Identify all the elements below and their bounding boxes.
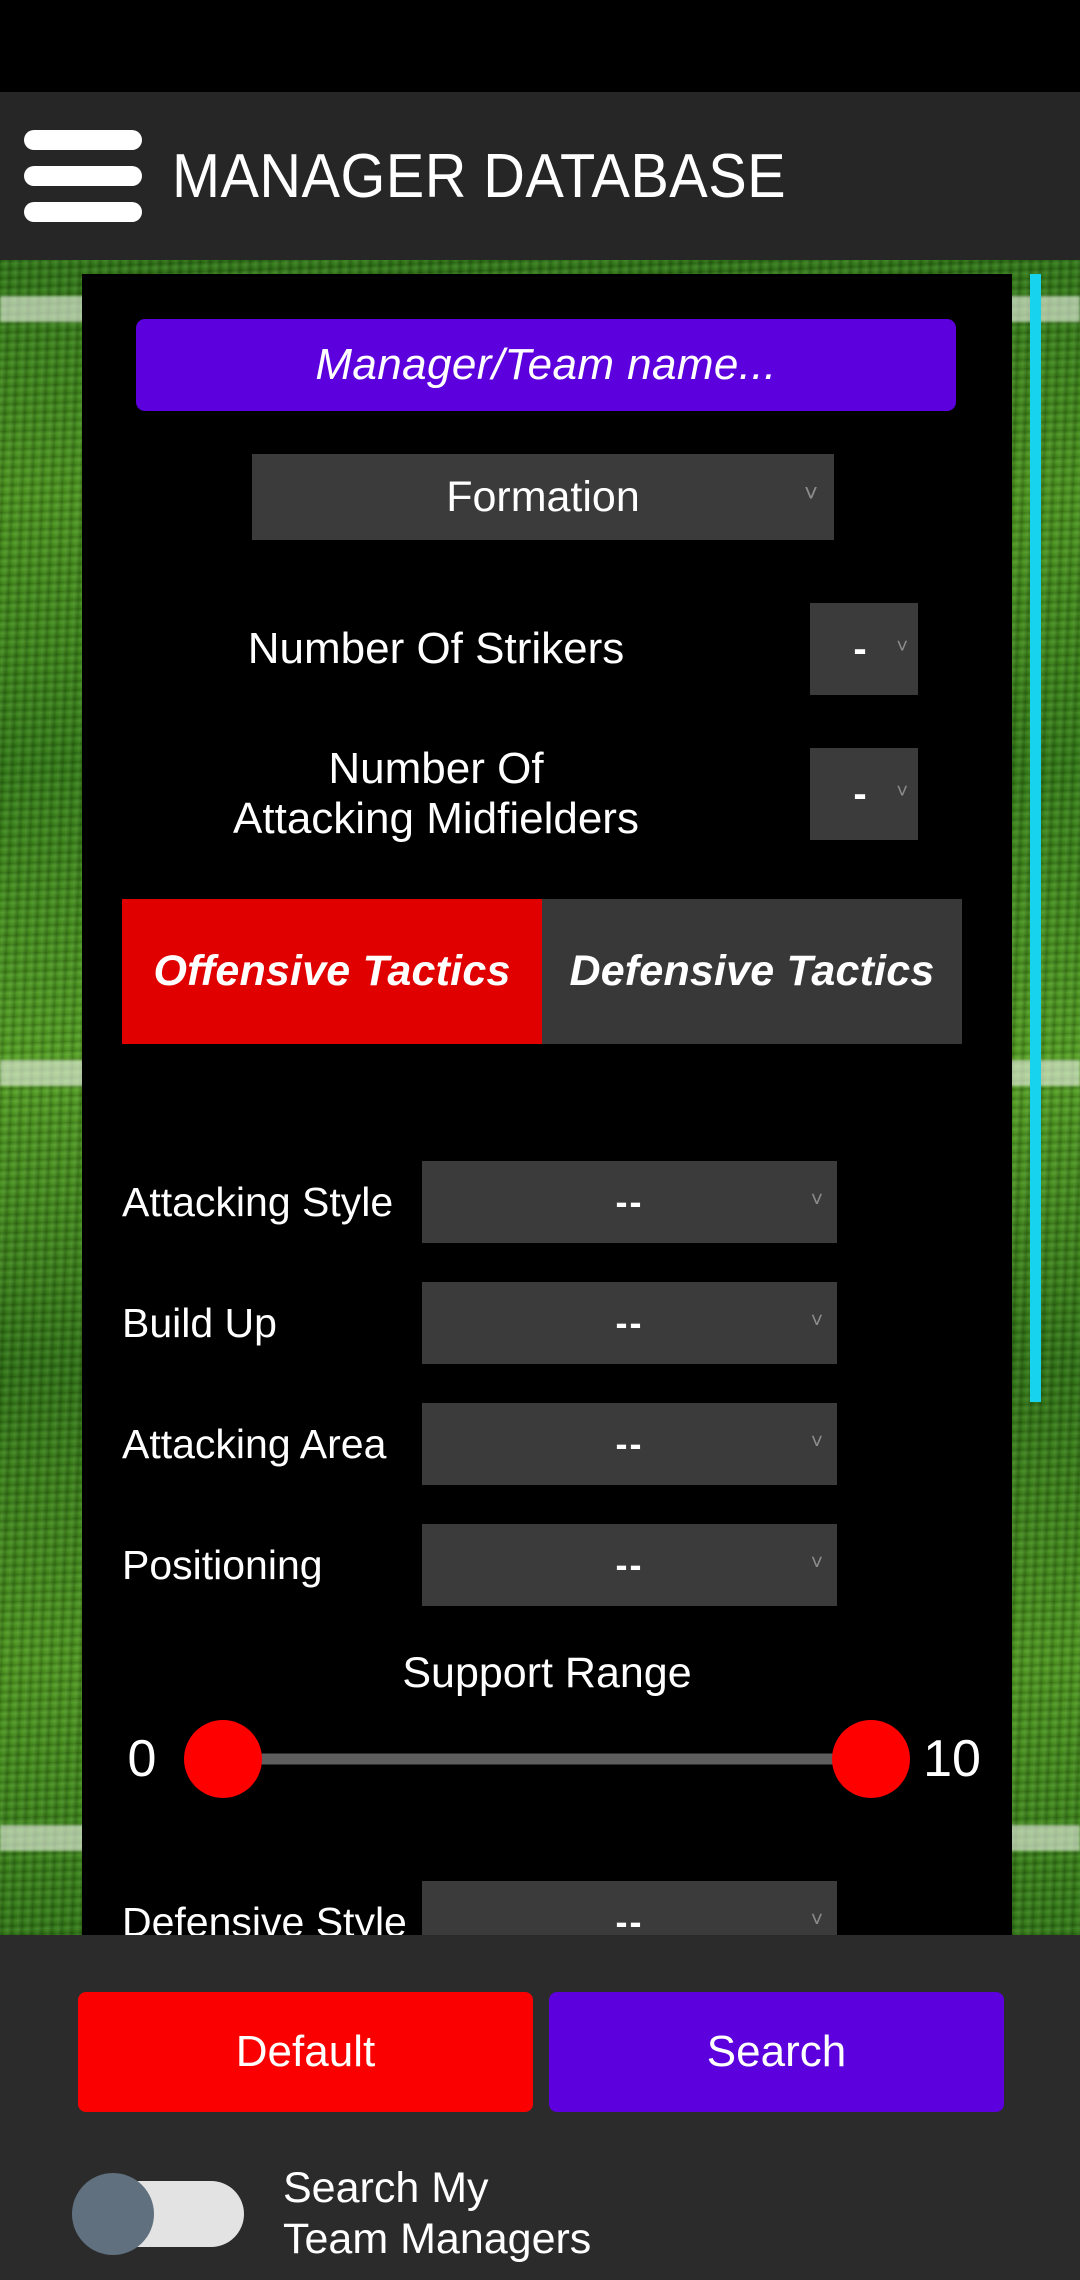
build-up-row: Build Up -- ˅: [82, 1275, 1012, 1371]
attacking-midfielders-label-line2: Attacking Midfielders: [233, 794, 639, 843]
action-button-group: Default Search: [78, 1992, 1004, 2112]
positioning-row: Positioning -- ˅: [82, 1517, 1012, 1613]
bottom-action-panel: Default Search Search My Team Managers: [0, 1935, 1080, 2280]
tab-defensive-tactics-label: Defensive Tactics: [569, 947, 935, 995]
tab-offensive-tactics-label: Offensive Tactics: [153, 947, 511, 995]
strikers-value: -: [853, 626, 867, 671]
attacking-midfielders-value: -: [853, 771, 867, 816]
build-up-select[interactable]: -- ˅: [422, 1282, 837, 1364]
attacking-midfielders-label-line1: Number Of: [328, 743, 544, 793]
formation-select[interactable]: Formation ˅: [252, 454, 834, 540]
attacking-midfielders-row: Number Of Attacking Midfielders - ˅: [82, 729, 1012, 859]
chevron-down-icon: ˅: [896, 636, 908, 658]
positioning-label: Positioning: [122, 1541, 323, 1588]
defensive-style-row: Defensive Style -- ˅: [82, 1874, 1012, 1935]
attacking-style-label: Attacking Style: [122, 1178, 394, 1225]
toggle-knob[interactable]: [72, 2172, 154, 2255]
attacking-area-value: --: [615, 1423, 644, 1464]
manager-team-name-input[interactable]: Manager/Team name...: [136, 319, 956, 411]
positioning-select[interactable]: -- ˅: [422, 1524, 837, 1606]
chevron-down-icon: ˅: [810, 1188, 823, 1212]
tab-defensive-tactics[interactable]: Defensive Tactics: [542, 899, 962, 1044]
chevron-down-icon: ˅: [810, 1430, 823, 1454]
support-range-slider[interactable]: [184, 1707, 910, 1811]
attacking-area-label: Attacking Area: [122, 1420, 387, 1467]
attacking-style-row: Attacking Style -- ˅: [82, 1154, 1012, 1250]
defensive-style-select[interactable]: -- ˅: [422, 1881, 837, 1935]
strikers-select[interactable]: - ˅: [810, 603, 918, 695]
positioning-value: --: [615, 1544, 644, 1585]
toggle-label-line2: Team Managers: [283, 2214, 592, 2263]
build-up-value: --: [615, 1302, 644, 1343]
chevron-down-icon: ˅: [803, 480, 818, 508]
default-button[interactable]: Default: [78, 1992, 533, 2112]
attacking-style-value: --: [615, 1181, 644, 1222]
search-button[interactable]: Search: [549, 1992, 1004, 2112]
toggle-label-line1: Search My: [283, 2164, 489, 2212]
hamburger-menu-icon[interactable]: [24, 130, 142, 222]
attacking-area-row: Attacking Area -- ˅: [82, 1396, 1012, 1492]
strikers-label: Number Of Strikers: [247, 623, 625, 673]
hamburger-line-1: [24, 130, 142, 150]
page-title: MANAGER DATABASE: [172, 141, 787, 211]
hamburger-line-2: [24, 166, 142, 186]
manager-team-name-placeholder: Manager/Team name...: [315, 340, 777, 389]
attacking-style-select[interactable]: -- ˅: [422, 1161, 837, 1243]
search-my-team-managers-toggle[interactable]: [72, 2172, 247, 2255]
hamburger-line-3: [24, 202, 142, 222]
vertical-scrollbar-thumb[interactable]: [1030, 274, 1041, 1402]
status-bar: [0, 0, 1080, 92]
tab-offensive-tactics[interactable]: Offensive Tactics: [122, 899, 542, 1044]
attacking-midfielders-select[interactable]: - ˅: [810, 748, 918, 840]
formation-select-value: Formation: [446, 472, 640, 521]
support-range-slider-row: 0 10: [82, 1707, 1012, 1811]
chevron-down-icon: ˅: [810, 1908, 823, 1932]
support-range-slider-block: Support Range 0 10: [82, 1649, 1012, 1819]
defensive-style-value: --: [615, 1901, 644, 1935]
attacking-area-select[interactable]: -- ˅: [422, 1403, 837, 1485]
filter-form-card: Manager/Team name... Formation ˅ Number …: [82, 274, 1012, 1935]
support-range-max-label: 10: [923, 1730, 981, 1788]
vertical-scrollbar[interactable]: [1030, 274, 1041, 1935]
search-my-team-managers-row: Search My Team Managers: [72, 2163, 591, 2264]
support-range-thumb-max[interactable]: [832, 1720, 910, 1798]
build-up-label: Build Up: [122, 1299, 277, 1346]
attacking-midfielders-label: Number Of Attacking Midfielders: [82, 744, 810, 844]
defensive-style-label: Defensive Style: [122, 1898, 407, 1936]
support-range-thumb-min[interactable]: [184, 1720, 262, 1798]
chevron-down-icon: ˅: [810, 1309, 823, 1333]
tactics-tab-bar: Offensive Tactics Defensive Tactics: [122, 899, 962, 1044]
chevron-down-icon: ˅: [896, 781, 908, 803]
strikers-row: Number Of Strikers - ˅: [82, 594, 1012, 704]
app-bar: MANAGER DATABASE: [0, 92, 1080, 260]
support-range-track: [220, 1753, 874, 1765]
search-my-team-managers-label: Search My Team Managers: [283, 2163, 591, 2264]
chevron-down-icon: ˅: [810, 1551, 823, 1575]
app-screen: MANAGER DATABASE Manager/Team name... Fo…: [0, 0, 1080, 2280]
support-range-title: Support Range: [402, 1649, 692, 1697]
